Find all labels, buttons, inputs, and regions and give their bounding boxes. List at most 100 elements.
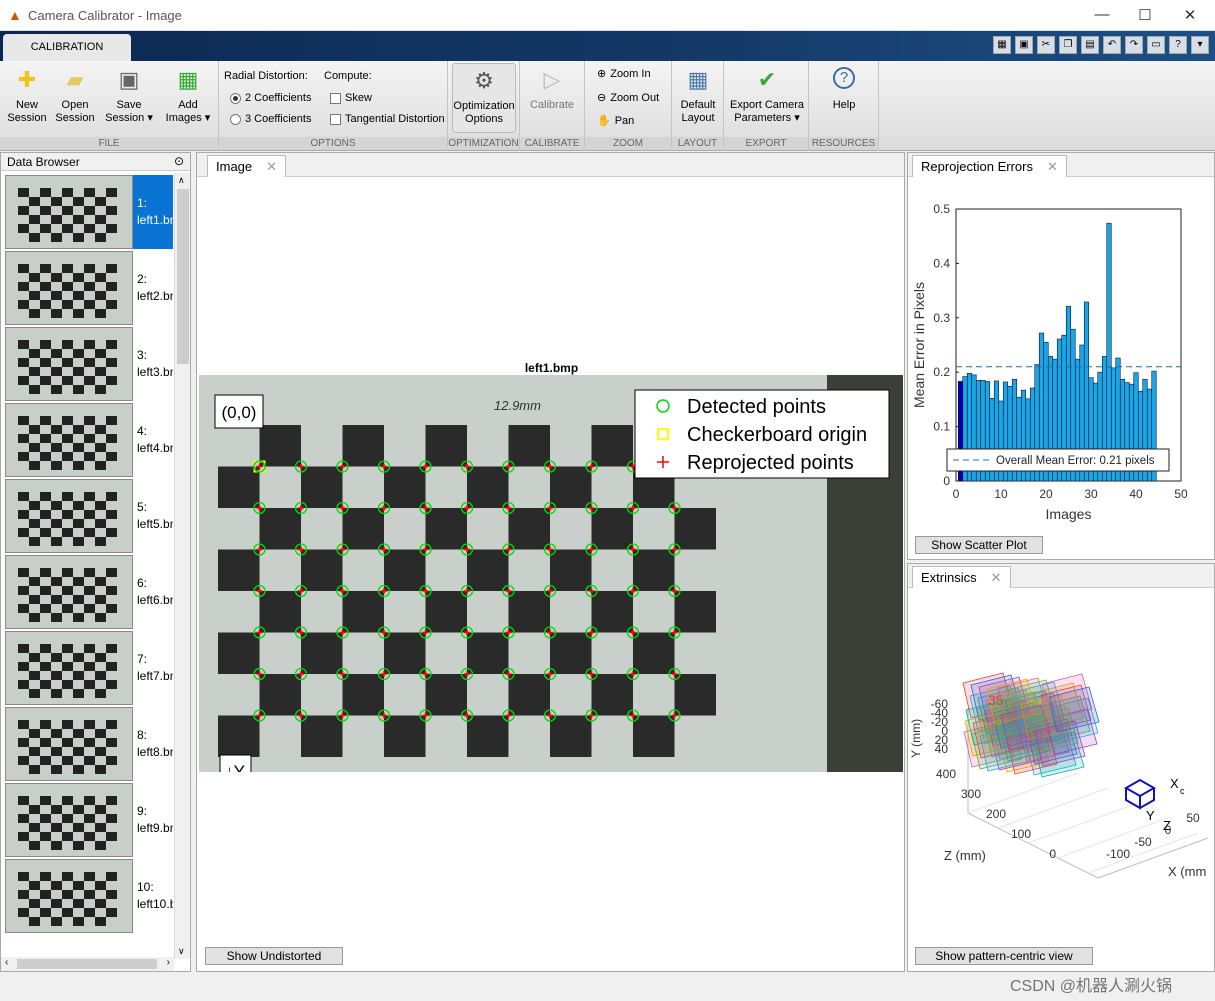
z-axis-label: Z (mm) — [944, 848, 986, 863]
checker-square — [508, 508, 550, 550]
camera-x-label: X — [1170, 776, 1179, 791]
image-list-item[interactable]: 5:left5.bmp — [5, 479, 173, 553]
section-label: OPTIONS — [219, 137, 447, 150]
radio-3-coefficients[interactable]: 3 Coefficients — [230, 113, 311, 125]
image-list-item[interactable]: 4:left4.bmp — [5, 403, 173, 477]
x-tick-label: 30 — [1084, 487, 1098, 501]
image-list-item[interactable]: 8:left8.bmp — [5, 707, 173, 781]
save-icon[interactable]: ▣ — [1015, 36, 1033, 54]
thumbnail-caption: 1:left1.bmp — [137, 196, 173, 227]
checker-square — [633, 632, 675, 674]
image-list-item[interactable]: 6:left6.bmp — [5, 555, 173, 629]
add-images-button[interactable]: ▦ Add Images ▾ — [160, 67, 216, 125]
tab-calibration[interactable]: CALIBRATION — [3, 34, 131, 61]
radio-icon — [230, 113, 241, 125]
thumbnail-caption: 7:left7.bmp — [137, 652, 173, 683]
show-undistorted-button[interactable]: Show Undistorted — [205, 947, 343, 965]
tab-reprojection-errors[interactable]: Reprojection Errors ✕ — [912, 155, 1067, 177]
zoom-section: ⊕ Zoom In ⊖ Zoom Out ✋ Pan ZOOM — [585, 61, 672, 151]
tab-image[interactable]: Image ✕ — [207, 155, 287, 177]
checker-square — [508, 674, 550, 716]
save-session-button[interactable]: ▣ Save Session ▾ — [100, 67, 158, 125]
y-tick-label: 0.1 — [933, 420, 950, 434]
error-bar[interactable] — [1106, 222, 1112, 482]
close-tab-icon[interactable]: ✕ — [266, 159, 277, 174]
checker-square — [342, 591, 384, 633]
vertical-scrollbar[interactable]: ∧ ∨ — [174, 173, 190, 959]
calibrate-button[interactable]: ▷ Calibrate — [524, 67, 580, 112]
optimization-section: ⚙ Optimization Options OPTIMIZATION — [448, 61, 520, 151]
thumbnail-caption: 6:left6.bmp — [137, 576, 173, 607]
extrinsics-3d-plot[interactable]: 35X cYZ-60-40-2002040Y (mm)4003002001000Z… — [908, 588, 1214, 948]
image-list-item[interactable]: 10:left10.bmp — [5, 859, 173, 933]
scroll-up-icon[interactable]: ∧ — [178, 175, 185, 186]
radio-2-coefficients[interactable]: 2 Coefficients — [230, 92, 311, 104]
zoom-out-button[interactable]: ⊖ Zoom Out — [597, 91, 659, 105]
image-list-item[interactable]: 2:left2.bmp — [5, 251, 173, 325]
thumbnail-image — [5, 251, 133, 325]
default-layout-button[interactable]: ▦ Default Layout — [674, 67, 722, 125]
maximize-button[interactable]: ☐ — [1135, 6, 1155, 24]
grid-line — [967, 772, 1079, 814]
layout-icon[interactable]: ▦ — [993, 36, 1011, 54]
image-list-item[interactable]: 3:left3.bmp — [5, 327, 173, 401]
new-session-button[interactable]: ✚ New Session — [4, 67, 50, 125]
zoom-in-button[interactable]: ⊕ Zoom In — [597, 67, 651, 81]
thumbnail-caption: 10:left10.bmp — [137, 880, 173, 911]
legend-entry: Reprojected points — [687, 452, 854, 474]
checker-square — [384, 715, 426, 757]
close-tab-icon[interactable]: ✕ — [991, 570, 1002, 585]
hand-icon: ✋ — [597, 115, 611, 127]
scroll-down-icon[interactable]: ∨ — [178, 946, 185, 957]
open-session-button[interactable]: ▰ Open Session — [52, 67, 98, 125]
tab-extrinsics[interactable]: Extrinsics ✕ — [912, 566, 1011, 588]
redo-icon[interactable]: ↷ — [1125, 36, 1143, 54]
scroll-right-icon[interactable]: › — [167, 957, 170, 968]
cut-icon[interactable]: ✂ — [1037, 36, 1055, 54]
image-panel-header: Image ✕ — [197, 153, 904, 177]
thumbnail-image — [5, 707, 133, 781]
show-pattern-centric-view-button[interactable]: Show pattern-centric view — [915, 947, 1093, 965]
options-section: Radial Distortion: Compute: 2 Coefficien… — [219, 61, 448, 151]
paste-icon[interactable]: ▤ — [1081, 36, 1099, 54]
thumbnail-image — [5, 175, 133, 249]
skew-checkbox[interactable]: Skew — [330, 92, 372, 104]
checker-square — [425, 425, 467, 467]
thumbnail-image — [5, 327, 133, 401]
horizontal-scrollbar[interactable]: ‹ › — [1, 957, 174, 971]
close-tab-icon[interactable]: ✕ — [1047, 159, 1058, 174]
x-tick-label: 0 — [953, 487, 960, 501]
panel-menu-icon[interactable]: ⊙ — [174, 154, 184, 168]
radial-distortion-label: Radial Distortion: — [224, 70, 308, 82]
show-scatter-plot-button[interactable]: Show Scatter Plot — [915, 536, 1043, 554]
y-tick-label: 40 — [935, 742, 949, 756]
tangential-distortion-checkbox[interactable]: Tangential Distortion — [330, 113, 445, 125]
minimize-button[interactable]: — — [1092, 6, 1112, 23]
copy-icon[interactable]: ❐ — [1059, 36, 1077, 54]
thumbnail-caption: 3:left3.bmp — [137, 348, 173, 379]
image-list-item[interactable]: 9:left9.bmp — [5, 783, 173, 857]
scrollbar-thumb[interactable] — [177, 189, 189, 364]
undo-icon[interactable]: ↶ — [1103, 36, 1121, 54]
help-icon: ? — [833, 67, 855, 89]
export-camera-parameters-button[interactable]: ✔ Export Camera Parameters ▾ — [726, 67, 808, 125]
expand-icon[interactable]: ▾ — [1191, 36, 1209, 54]
scrollbar-thumb[interactable] — [17, 959, 157, 969]
help-button[interactable]: ? Help — [819, 67, 869, 112]
checkbox-icon — [330, 113, 341, 125]
z-tick-label: 300 — [961, 787, 981, 801]
scroll-left-icon[interactable]: ‹ — [5, 957, 8, 968]
y-tick-label: 0 — [943, 474, 950, 488]
checkerboard-image[interactable]: 12.9mm (0,0) ↓Y Detected points Checkerboard… — [199, 375, 903, 772]
image-list-item[interactable]: 7:left7.bmp — [5, 631, 173, 705]
help-icon[interactable]: ? — [1169, 36, 1187, 54]
optimization-options-button[interactable]: ⚙ Optimization Options — [452, 63, 516, 133]
reprojection-bar-chart[interactable]: 0 0.1 0.2 0.3 0.4 0.5 0 10 20 30 40 50 Images Mean Er… — [908, 193, 1214, 533]
checker-square — [301, 466, 343, 508]
x-tick-label: 20 — [1039, 487, 1053, 501]
close-button[interactable]: ✕ — [1180, 6, 1200, 24]
pan-button[interactable]: ✋ Pan — [597, 114, 634, 128]
image-list-item[interactable]: 1:left1.bmp — [5, 175, 173, 249]
window-icon[interactable]: ▭ — [1147, 36, 1165, 54]
y-axis-label: Y (mm) — [909, 719, 923, 758]
